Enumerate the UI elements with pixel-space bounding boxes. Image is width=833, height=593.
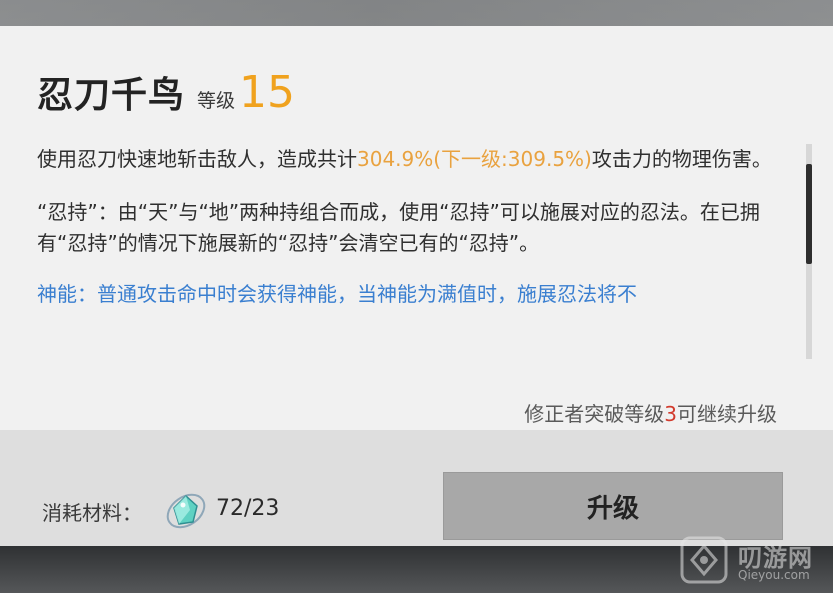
upgrade-button[interactable]: 升级	[443, 472, 783, 540]
damage-percentage: 304.9%(下一级:309.5%)	[357, 147, 592, 171]
skill-header: 忍刀千鸟 等级 15	[37, 66, 295, 118]
watermark-subtext: Qieyou.com	[738, 568, 810, 582]
upgrade-requirement-note: 修正者突破等级3可继续升级	[524, 398, 777, 427]
skill-detail-panel: 忍刀千鸟 等级 15 使用忍刀快速地斩击敌人，造成共计304.9%(下一级:30…	[0, 26, 833, 572]
top-scene-strip	[0, 0, 833, 26]
level-value: 15	[239, 67, 296, 118]
description-scrollbar[interactable]	[806, 144, 812, 359]
description-scroll-area[interactable]: 使用忍刀快速地斩击敌人，造成共计304.9%(下一级:309.5%)攻击力的物理…	[37, 144, 797, 366]
materials-label: 消耗材料：	[42, 501, 142, 525]
upgrade-note-prefix: 修正者突破等级	[524, 402, 665, 426]
description-damage-suffix: 攻击力的物理伤害。	[591, 147, 772, 171]
description-damage-prefix: 使用忍刀快速地斩击敌人，造成共计	[37, 147, 357, 171]
material-count: 72/23	[216, 496, 280, 521]
required-break-level: 3	[664, 402, 677, 426]
description-divine-energy: 神能：普通攻击命中时会获得神能，当神能为满值时，施展忍法将不	[37, 282, 637, 306]
skill-name: 忍刀千鸟	[37, 75, 186, 116]
upgrade-note-suffix: 可继续升级	[677, 402, 777, 426]
site-watermark: 叨游网 Qieyou.com	[680, 536, 830, 590]
crystal-material-icon[interactable]	[163, 488, 209, 534]
description-ninja-hold: “忍持”：由“天”与“地”两种持组合而成，使用“忍持”可以施展对应的忍法。在已拥…	[37, 200, 760, 255]
scrollbar-thumb[interactable]	[806, 164, 812, 264]
description-damage: 使用忍刀快速地斩击敌人，造成共计304.9%(下一级:309.5%)攻击力的物理…	[37, 144, 797, 175]
level-label: 等级	[197, 90, 236, 112]
watermark-logo-icon	[680, 536, 728, 584]
